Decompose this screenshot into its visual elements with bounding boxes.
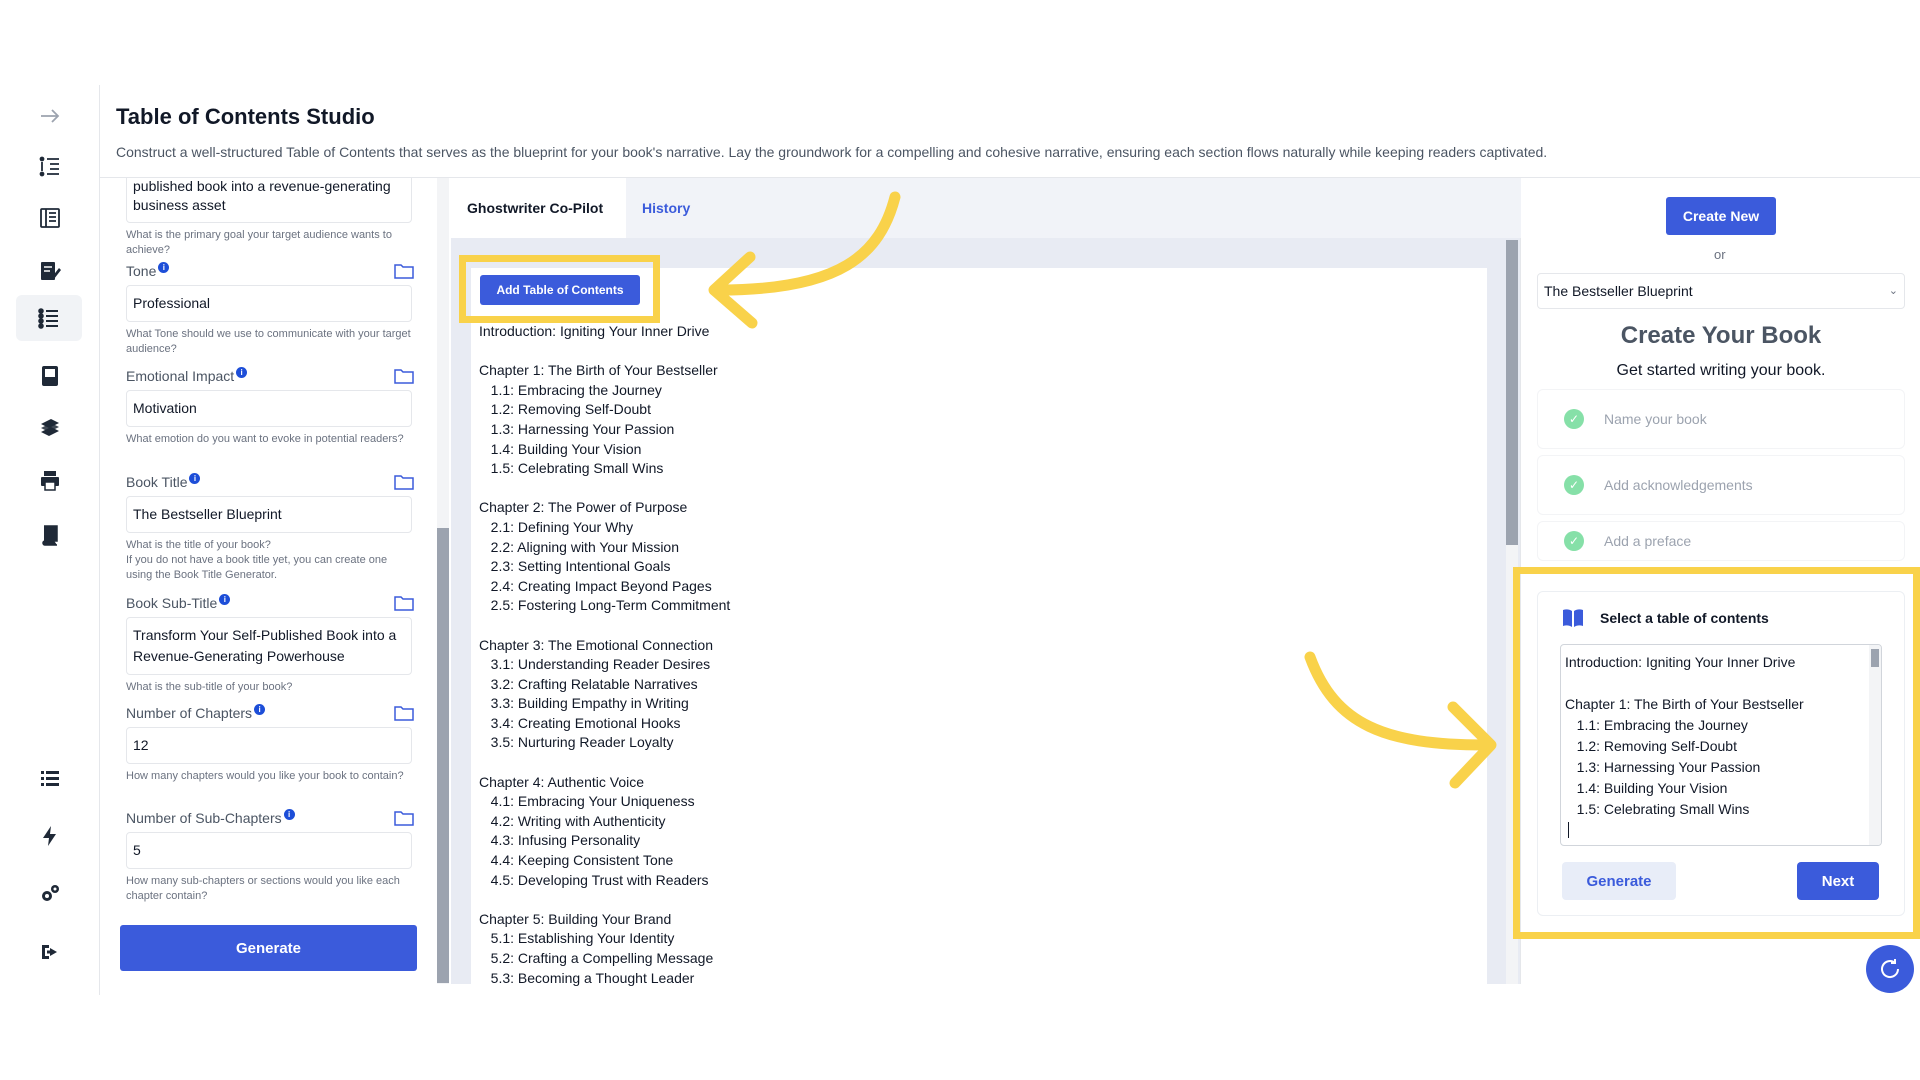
info-icon[interactable]: i	[189, 472, 201, 484]
lightning-icon[interactable]	[32, 818, 68, 854]
notebook-icon[interactable]	[32, 358, 68, 394]
info-icon[interactable]: i	[283, 808, 295, 820]
table-of-contents-icon[interactable]	[16, 295, 82, 341]
folder-icon[interactable]	[394, 474, 414, 490]
highlight-add-toc	[459, 255, 660, 323]
generate-toc-button[interactable]: Generate	[120, 925, 417, 971]
tone-field: Tone i Professional What Tone should we u…	[126, 261, 414, 357]
book-title-help: What is the title of your book? If you d…	[126, 539, 388, 581]
arrow-annotation-icon	[708, 191, 901, 329]
subchapters-label: Number of Sub-Chapters	[126, 810, 282, 826]
folder-icon[interactable]	[394, 263, 414, 279]
books-stack-icon[interactable]	[32, 410, 68, 446]
folder-icon[interactable]	[394, 368, 414, 384]
step-label: Add acknowledgements	[1604, 477, 1753, 493]
page-title: Table of Contents Studio	[116, 104, 375, 129]
chapters-field: Number of Chapters i 12 How many chapters…	[126, 703, 414, 784]
emotion-input[interactable]: Motivation	[126, 390, 412, 427]
book-select[interactable]: The Bestseller Blueprint ⌄	[1537, 273, 1905, 309]
folder-icon[interactable]	[394, 810, 414, 826]
subchapters-field: Number of Sub-Chapters i 5 How many sub-c…	[126, 808, 414, 904]
check-icon: ✓	[1564, 475, 1584, 495]
tone-input[interactable]: Professional	[126, 285, 412, 322]
goal-field: published book into a revenue-generating…	[126, 178, 412, 258]
create-your-book-subtitle: Get started writing your book.	[1616, 362, 1826, 379]
subchapters-input[interactable]: 5	[126, 832, 412, 869]
copilot-scrollbar-thumb[interactable]	[1506, 240, 1518, 545]
emotion-help: What emotion do you want to evoke in pot…	[126, 433, 404, 445]
info-icon[interactable]: i	[254, 703, 266, 715]
form-scrollbar[interactable]	[437, 178, 449, 984]
subtitle-input[interactable]: Transform Your Self-Published Book into …	[126, 617, 412, 675]
check-icon: ✓	[1564, 409, 1584, 429]
step-add-preface[interactable]: ✓ Add a preface	[1537, 521, 1905, 561]
tone-help: What Tone should we use to communicate w…	[126, 328, 411, 355]
subchapters-help: How many sub-chapters or sections would …	[126, 875, 400, 902]
emotion-field: Emotional Impact i Motivation What emotio…	[126, 366, 414, 447]
toc-form-panel: published book into a revenue-generating…	[100, 178, 448, 984]
chapters-label: Number of Chapters	[126, 705, 253, 721]
goal-help: What is the primary goal your target aud…	[126, 229, 392, 256]
step-add-acknowledgements[interactable]: ✓ Add acknowledgements	[1537, 455, 1905, 515]
book-title-label: Book Title	[126, 474, 188, 490]
chevron-down-icon: ⌄	[1888, 285, 1898, 297]
chapters-help: How many chapters would you like your bo…	[126, 770, 404, 782]
chapters-icon[interactable]	[32, 200, 68, 236]
settings-icon[interactable]	[32, 876, 68, 912]
arrow-annotation-icon	[1304, 651, 1497, 789]
help-chat-button[interactable]	[1866, 945, 1914, 993]
folder-icon[interactable]	[394, 705, 414, 721]
folder-icon[interactable]	[394, 595, 414, 611]
check-icon: ✓	[1564, 531, 1584, 551]
step-label: Add a preface	[1604, 533, 1692, 549]
printer-icon[interactable]	[32, 463, 68, 499]
refresh-icon	[1881, 959, 1900, 978]
create-your-book-title: Create Your Book	[1620, 322, 1822, 349]
tab-history[interactable]: History	[626, 178, 706, 238]
highlight-select-toc	[1513, 567, 1920, 939]
edit-document-icon[interactable]	[32, 253, 68, 289]
page-description: Construct a well-structured Table of Con…	[116, 144, 1548, 160]
subtitle-help: What is the sub-title of your book?	[126, 681, 293, 693]
outline-list-icon[interactable]	[32, 148, 68, 184]
or-separator: or	[1714, 247, 1726, 262]
sidebar-nav	[0, 85, 100, 995]
tone-label: Tone	[126, 263, 157, 279]
toc-output-text: Introduction: Igniting Your Inner Drive …	[479, 323, 731, 986]
book-title-input[interactable]: The Bestseller Blueprint	[126, 496, 412, 533]
step-label: Name your book	[1604, 411, 1707, 427]
subtitle-label: Book Sub-Title	[126, 595, 218, 611]
expand-arrow-icon[interactable]	[32, 98, 68, 134]
info-icon[interactable]: i	[236, 366, 248, 378]
list-icon[interactable]	[32, 760, 68, 796]
form-scrollbar-thumb[interactable]	[437, 528, 449, 983]
book-icon[interactable]	[32, 517, 68, 553]
emotion-label: Emotional Impact	[126, 368, 235, 384]
book-title-field: Book Title i The Bestseller Blueprint Wha…	[126, 472, 414, 583]
subtitle-field: Book Sub-Title i Transform Your Self-Publ…	[126, 593, 414, 695]
step-name-your-book[interactable]: ✓ Name your book	[1537, 389, 1905, 449]
tab-ghostwriter-copilot[interactable]: Ghostwriter Co-Pilot	[451, 178, 626, 238]
create-new-button[interactable]: Create New	[1666, 197, 1776, 235]
logout-icon[interactable]	[32, 934, 68, 970]
info-icon[interactable]: i	[158, 261, 170, 273]
goal-input[interactable]: published book into a revenue-generating…	[126, 178, 412, 223]
info-icon[interactable]: i	[219, 593, 231, 605]
book-select-value: The Bestseller Blueprint	[1544, 283, 1693, 299]
chapters-input[interactable]: 12	[126, 727, 412, 764]
